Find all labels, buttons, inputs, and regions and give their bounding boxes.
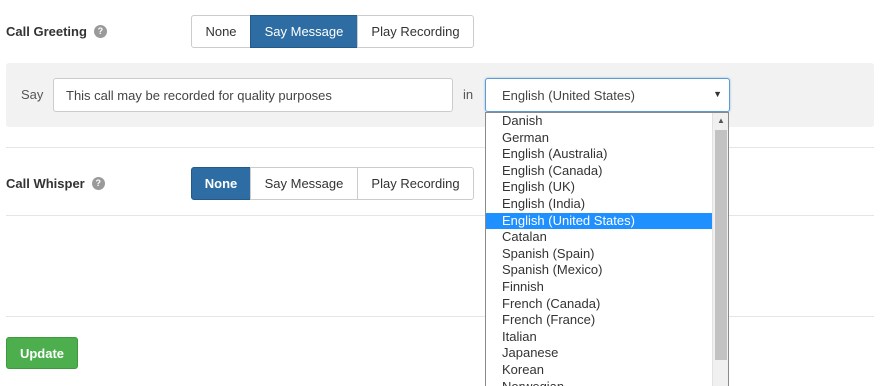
language-select-value: English (United States) bbox=[502, 87, 635, 103]
say-message-panel: Say in English (United States) ▼ bbox=[6, 63, 874, 127]
call-greeting-label-text: Call Greeting bbox=[6, 24, 87, 39]
language-dropdown-list: Danish German English (Australia) English (… bbox=[485, 112, 729, 386]
language-option[interactable]: French (Canada) bbox=[486, 296, 713, 313]
language-option[interactable]: Spanish (Spain) bbox=[486, 246, 713, 263]
language-option[interactable]: English (United States) bbox=[486, 212, 713, 230]
update-button[interactable]: Update bbox=[6, 337, 78, 369]
say-label: Say bbox=[21, 87, 44, 102]
language-option[interactable]: Norwegian bbox=[486, 379, 713, 386]
language-option[interactable]: English (Australia) bbox=[486, 146, 713, 163]
chevron-down-icon: ▼ bbox=[713, 89, 722, 99]
in-label: in bbox=[463, 87, 474, 102]
language-option[interactable]: Catalan bbox=[486, 229, 713, 246]
whisper-none-button[interactable]: None bbox=[191, 167, 251, 200]
divider bbox=[6, 316, 874, 317]
scrollbar-thumb[interactable] bbox=[715, 130, 727, 360]
call-whisper-label-text: Call Whisper bbox=[6, 176, 85, 191]
call-greeting-options: None Say Message Play Recording bbox=[191, 15, 474, 48]
language-select[interactable]: English (United States) ▼ bbox=[485, 78, 730, 112]
language-option[interactable]: English (UK) bbox=[486, 179, 713, 196]
call-whisper-label: Call Whisper ? bbox=[6, 176, 105, 191]
language-option[interactable]: English (Canada) bbox=[486, 163, 713, 180]
greeting-play-recording-button[interactable]: Play Recording bbox=[357, 15, 474, 48]
whisper-play-recording-button[interactable]: Play Recording bbox=[357, 167, 474, 200]
help-icon[interactable]: ? bbox=[91, 177, 105, 190]
call-whisper-options: None Say Message Play Recording bbox=[191, 167, 474, 200]
language-option[interactable]: Spanish (Mexico) bbox=[486, 262, 713, 279]
dropdown-scrollbar[interactable]: ▲ bbox=[712, 113, 728, 386]
greeting-none-button[interactable]: None bbox=[191, 15, 251, 48]
divider bbox=[6, 215, 874, 216]
language-option[interactable]: Danish bbox=[486, 113, 713, 130]
language-option[interactable]: German bbox=[486, 130, 713, 147]
message-input[interactable] bbox=[53, 78, 453, 112]
language-option[interactable]: Japanese bbox=[486, 345, 713, 362]
language-options: Danish German English (Australia) English (… bbox=[486, 113, 713, 386]
divider bbox=[6, 147, 874, 148]
help-icon[interactable]: ? bbox=[93, 25, 107, 38]
language-option[interactable]: Italian bbox=[486, 329, 713, 346]
language-option[interactable]: Finnish bbox=[486, 279, 713, 296]
language-option[interactable]: English (India) bbox=[486, 196, 713, 213]
greeting-say-message-button[interactable]: Say Message bbox=[250, 15, 358, 48]
language-option[interactable]: French (France) bbox=[486, 312, 713, 329]
language-option[interactable]: Korean bbox=[486, 362, 713, 379]
call-greeting-label: Call Greeting ? bbox=[6, 24, 107, 39]
whisper-say-message-button[interactable]: Say Message bbox=[250, 167, 358, 200]
scroll-up-icon[interactable]: ▲ bbox=[713, 116, 728, 125]
